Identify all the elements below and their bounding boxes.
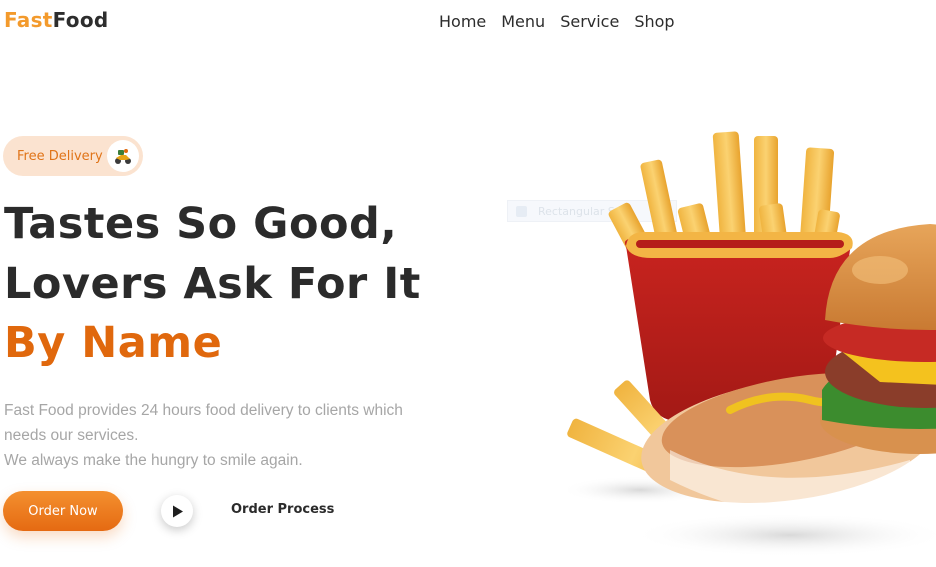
scooter-icon	[107, 140, 139, 172]
hero-title-line1: Tastes So Good,	[4, 199, 398, 249]
brand-logo-part2: Food	[52, 8, 109, 32]
fast-food-illustration	[560, 131, 936, 557]
brand-logo[interactable]: FastFood	[4, 8, 109, 32]
description-line1: Fast Food provides 24 hours food deliver…	[4, 402, 403, 419]
hero-title-highlight: By Name	[4, 318, 223, 368]
free-delivery-badge: Free Delivery	[3, 136, 143, 176]
hero-description: Fast Food provides 24 hours food deliver…	[4, 398, 504, 473]
description-line3: We always make the hungry to smile again…	[4, 452, 303, 469]
nav-item-menu[interactable]: Menu	[501, 12, 545, 31]
play-icon[interactable]	[161, 495, 193, 527]
order-now-button[interactable]: Order Now	[3, 491, 123, 531]
hero-title-line2: Lovers Ask For It	[4, 259, 421, 309]
nav-item-service[interactable]: Service	[560, 12, 619, 31]
nav-item-home[interactable]: Home	[439, 12, 486, 31]
nav-item-shop[interactable]: Shop	[634, 12, 674, 31]
description-line2: needs our services.	[4, 427, 139, 444]
main-nav: Home Menu Service Shop	[439, 12, 675, 31]
order-process-link[interactable]: Order Process	[231, 502, 334, 517]
brand-logo-part1: Fast	[4, 8, 53, 32]
free-delivery-label: Free Delivery	[17, 148, 103, 164]
